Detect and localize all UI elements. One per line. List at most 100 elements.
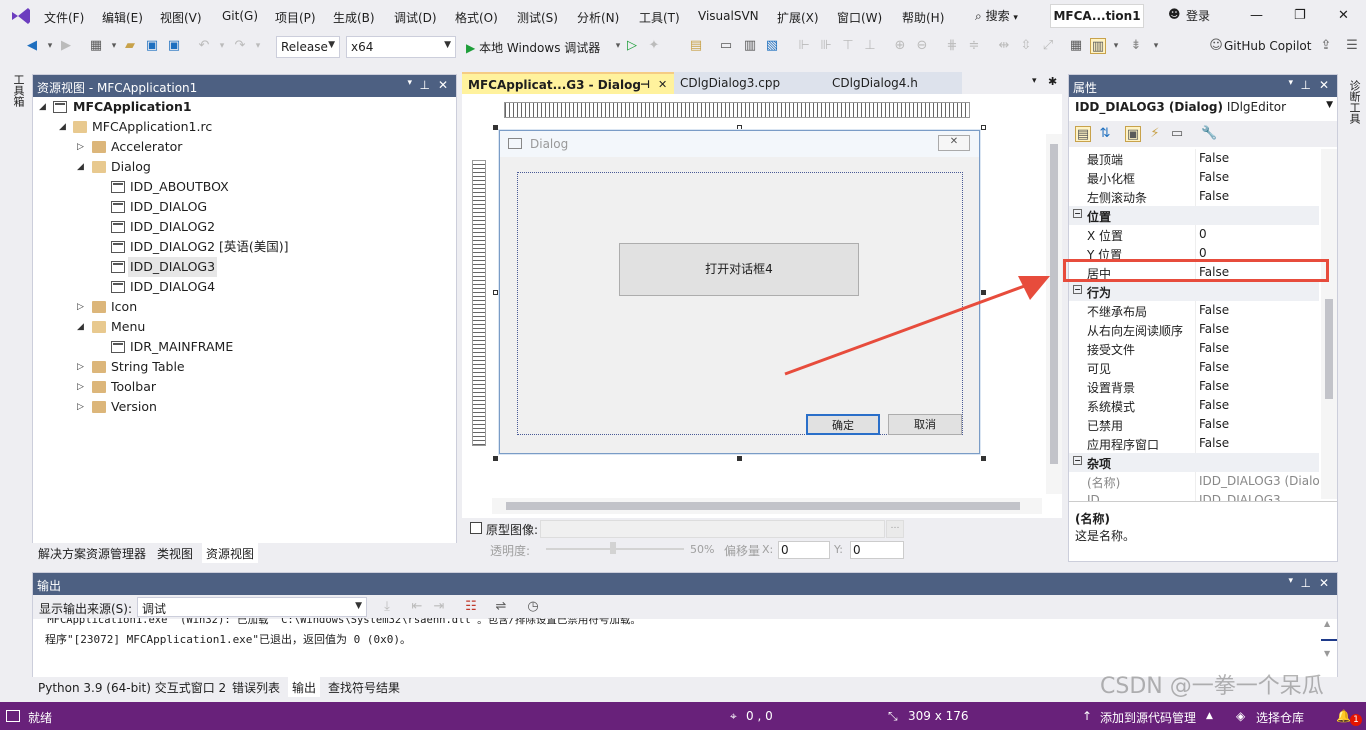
property-row[interactable]: 不继承布局 False — [1069, 301, 1319, 320]
resize-handle[interactable] — [493, 290, 498, 295]
pin-icon[interactable]: ⊥ — [1301, 78, 1311, 92]
same-size-icon[interactable]: ⤢ — [1040, 38, 1056, 54]
menu-tools[interactable]: 工具(T) — [639, 9, 680, 26]
toolbox-tab[interactable]: 工具箱 — [10, 74, 26, 107]
collapse-icon[interactable]: ◢ — [59, 117, 69, 137]
repo-icon[interactable]: ◈ — [1236, 709, 1245, 723]
close-icon[interactable]: ✕ — [658, 78, 667, 91]
resize-handle[interactable] — [493, 456, 498, 461]
object-selector[interactable]: IDD_DIALOG3 (Dialog) IDlgEditor ▼ — [1069, 97, 1337, 119]
share-icon[interactable]: ⇪ — [1318, 38, 1334, 54]
align-bottom-icon[interactable]: ⊥ — [862, 38, 878, 54]
scroll-down-icon[interactable]: ▼ — [1324, 649, 1330, 658]
property-row[interactable]: 设置背景 False — [1069, 377, 1319, 396]
guides-icon[interactable]: ▥ — [1090, 38, 1106, 54]
tab-order-icon[interactable]: ▧ — [764, 38, 780, 54]
events-icon[interactable]: ⚡ — [1147, 126, 1163, 142]
chevron-down-icon[interactable]: ▾ — [1108, 38, 1124, 54]
redo-icon[interactable]: ↷ — [232, 38, 248, 54]
layout-icon[interactable]: ▭ — [718, 38, 734, 54]
back-icon[interactable]: ◀ — [24, 38, 40, 54]
chevron-down-icon[interactable]: ▾ — [106, 38, 122, 54]
property-row[interactable]: X 位置 0 — [1069, 225, 1319, 244]
property-row[interactable]: 应用程序窗口 False — [1069, 434, 1319, 453]
property-row[interactable]: (名称) IDD_DIALOG3 (Dialo — [1069, 472, 1320, 491]
menu-help[interactable]: 帮助(H) — [902, 9, 944, 26]
center-vertical-icon[interactable]: ⊕ — [892, 38, 908, 54]
scroll-thumb[interactable] — [1325, 299, 1333, 399]
offset-y-input[interactable]: 0 — [850, 541, 904, 559]
collapse-icon[interactable]: − — [1073, 209, 1082, 218]
copilot-icon[interactable]: ☺ — [1208, 38, 1224, 54]
open-folder-icon[interactable]: ▰ — [122, 38, 138, 54]
chevron-down-icon[interactable]: ▾ — [42, 38, 58, 54]
find-message-icon[interactable]: ⤓ — [379, 599, 395, 615]
menu-window[interactable]: 窗口(W) — [837, 9, 882, 26]
close-icon[interactable]: ✕ — [1319, 78, 1329, 92]
next-message-icon[interactable]: ⇥ — [431, 599, 447, 615]
close-icon[interactable]: ✕ — [438, 78, 448, 92]
menu-file[interactable]: 文件(F) — [44, 9, 84, 26]
toolbar-options-icon[interactable]: ⇟ — [1128, 38, 1144, 54]
collapse-icon[interactable]: ◢ — [77, 157, 87, 177]
property-row[interactable]: 接受文件 False — [1069, 339, 1319, 358]
scroll-up-icon[interactable]: ▲ — [1324, 619, 1330, 628]
arrow-up-icon[interactable]: ↑ — [1082, 709, 1092, 723]
platform-select[interactable]: x64 ▼ — [346, 36, 456, 58]
select-repository[interactable]: 选择仓库 — [1256, 709, 1304, 726]
collapse-icon[interactable]: ◢ — [77, 317, 87, 337]
notification-bell-icon[interactable]: 🔔 — [1336, 709, 1351, 723]
new-project-icon[interactable]: ▦ — [88, 38, 104, 54]
expand-icon[interactable]: ▷ — [77, 377, 87, 397]
chevron-down-icon[interactable]: ▾ — [1032, 76, 1037, 86]
clock-icon[interactable]: ◷ — [525, 599, 541, 615]
offset-x-input[interactable]: 0 — [778, 541, 830, 559]
menu-test[interactable]: 测试(S) — [517, 9, 558, 26]
menu-analyze[interactable]: 分析(N) — [577, 9, 619, 26]
solution-title-box[interactable]: MFCA...tion1 — [1050, 4, 1144, 28]
resize-handle[interactable] — [737, 456, 742, 461]
chevron-down-icon[interactable]: ▾ — [214, 38, 230, 54]
center-horizontal-icon[interactable]: ⊖ — [914, 38, 930, 54]
tab-class-view[interactable]: 类视图 — [153, 543, 197, 563]
expand-icon[interactable]: ▷ — [77, 357, 87, 377]
grid-icon[interactable]: ▦ — [1068, 38, 1084, 54]
prototype-path-input[interactable] — [540, 520, 885, 538]
maximize-icon[interactable]: ❐ — [1294, 8, 1306, 23]
chevron-down-icon[interactable]: ▾ — [407, 78, 412, 88]
chevron-down-icon[interactable]: ▾ — [250, 38, 266, 54]
menu-project[interactable]: 项目(P) — [275, 9, 316, 26]
chevron-down-icon[interactable]: ▾ — [1288, 576, 1293, 586]
same-width-icon[interactable]: ⇹ — [996, 38, 1012, 54]
cancel-button[interactable]: 取消 — [888, 414, 962, 435]
pin-icon[interactable]: ⊥ — [420, 78, 430, 92]
tab-find-symbol-results[interactable]: 查找符号结果 — [324, 677, 404, 697]
feedback-icon[interactable]: ☰ — [1344, 38, 1360, 54]
diagnostic-tools-tab[interactable]: 诊断工具 — [1346, 80, 1362, 124]
forward-icon[interactable]: ▶ — [58, 38, 74, 54]
prev-message-icon[interactable]: ⇤ — [409, 599, 425, 615]
output-scrollbar[interactable]: ▲ ▼ — [1321, 619, 1337, 675]
tab-header-file[interactable]: CDlgDialog4.h — [826, 72, 962, 94]
prototype-checkbox[interactable] — [470, 522, 482, 534]
copilot-button[interactable]: GitHub Copilot — [1224, 39, 1311, 53]
menu-edit[interactable]: 编辑(E) — [102, 9, 143, 26]
resize-handle[interactable] — [981, 456, 986, 461]
categorized-icon[interactable]: ▤ — [1075, 126, 1091, 142]
close-icon[interactable]: ✕ — [1338, 8, 1349, 23]
chevron-down-icon[interactable]: ▾ — [1288, 78, 1293, 88]
space-across-icon[interactable]: ⋕ — [944, 38, 960, 54]
menu-format[interactable]: 格式(O) — [455, 9, 498, 26]
collapse-icon[interactable]: − — [1073, 285, 1082, 294]
tab-resource-view[interactable]: 资源视图 — [202, 543, 259, 563]
tab-dialog-editor[interactable]: MFCApplicat...G3 - Dialog ⊣ ✕ — [462, 72, 674, 94]
property-row[interactable]: 可见 False — [1069, 358, 1319, 377]
pin-icon[interactable]: ⊣ — [640, 78, 650, 91]
vs-logo-icon[interactable] — [10, 6, 32, 26]
ok-button[interactable]: 确定 — [806, 414, 880, 435]
solution-explorer-icon[interactable]: ▤ — [688, 38, 704, 54]
test-dialog-icon[interactable]: ▥ — [742, 38, 758, 54]
menu-debug[interactable]: 调试(D) — [394, 9, 437, 26]
alphabetical-icon[interactable]: ⇅ — [1097, 126, 1113, 142]
pin-icon[interactable]: ⊥ — [1301, 576, 1311, 590]
